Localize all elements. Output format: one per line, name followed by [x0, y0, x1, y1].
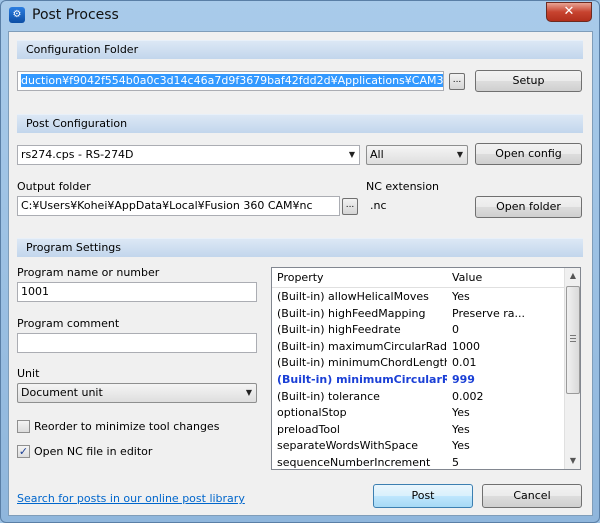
- post-filter-selected: All: [370, 148, 384, 161]
- reorder-checkbox[interactable]: [17, 420, 30, 433]
- property-value[interactable]: 0: [452, 323, 562, 336]
- value-column-header[interactable]: Value: [452, 271, 482, 284]
- search-posts-link[interactable]: Search for posts in our online post libr…: [17, 492, 245, 505]
- post-process-app-icon: ⚙: [9, 7, 25, 23]
- output-folder-input[interactable]: C:¥Users¥Kohei¥AppData¥Local¥Fusion 360 …: [17, 196, 340, 216]
- property-row[interactable]: separateWordsWithSpace Yes: [272, 438, 564, 455]
- property-name: separateWordsWithSpace: [277, 439, 419, 453]
- property-name: preloadTool: [277, 422, 340, 436]
- output-folder-browse-button[interactable]: ...: [342, 198, 358, 215]
- post-processor-selected: rs274.cps - RS-274D: [21, 148, 134, 161]
- property-value[interactable]: Preserve ra...: [452, 307, 562, 320]
- property-value[interactable]: 999: [452, 373, 562, 386]
- program-name-label: Program name or number: [17, 266, 160, 279]
- scroll-up-icon[interactable]: ▲: [565, 268, 580, 284]
- property-row[interactable]: (Built-in) allowHelicalMoves Yes: [272, 289, 564, 306]
- property-value[interactable]: 0.002: [452, 390, 562, 403]
- post-configuration-header: Post Configuration: [17, 114, 583, 133]
- property-row[interactable]: preloadTool Yes: [272, 422, 564, 439]
- property-value[interactable]: 1000: [452, 340, 562, 353]
- properties-scrollbar[interactable]: ▲ ▼: [564, 268, 580, 469]
- property-value[interactable]: 0.01: [452, 356, 562, 369]
- configuration-folder-browse-button[interactable]: ...: [449, 73, 465, 90]
- chevron-down-icon: ▼: [245, 388, 252, 397]
- program-comment-label: Program comment: [17, 317, 120, 330]
- title-bar[interactable]: ⚙ Post Process ✕: [1, 1, 599, 31]
- property-row[interactable]: sequenceNumberIncrement 5: [272, 455, 564, 469]
- scroll-thumb[interactable]: [566, 286, 580, 394]
- property-name: (Built-in) tolerance: [277, 389, 380, 403]
- post-filter-select[interactable]: All ▼: [366, 145, 468, 165]
- configuration-folder-header: Configuration Folder: [17, 40, 583, 59]
- properties-table-header: Property Value: [272, 268, 564, 288]
- nc-extension-value: .nc: [366, 196, 468, 216]
- property-value[interactable]: Yes: [452, 439, 562, 452]
- chevron-down-icon: ▼: [456, 150, 463, 159]
- open-config-button[interactable]: Open config: [475, 143, 582, 165]
- unit-select[interactable]: Document unit ▼: [17, 383, 257, 403]
- thumb-grip: [570, 335, 576, 336]
- property-name: optionalStop: [277, 406, 347, 420]
- configuration-folder-path-input[interactable]: duction¥f9042f554b0a0c3d14c46a7d9f3679ba…: [17, 71, 444, 91]
- property-row[interactable]: (Built-in) tolerance 0.002: [272, 389, 564, 406]
- property-name: (Built-in) highFeedrate: [277, 323, 401, 337]
- property-row[interactable]: (Built-in) highFeedMapping Preserve ra...: [272, 306, 564, 323]
- output-folder-text: C:¥Users¥Kohei¥AppData¥Local¥Fusion 360 …: [21, 199, 313, 212]
- post-process-window: ⚙ Post Process ✕ Configuration Folder du…: [0, 0, 600, 523]
- thumb-grip: [570, 338, 576, 339]
- property-value[interactable]: 5: [452, 456, 562, 469]
- property-value[interactable]: Yes: [452, 423, 562, 436]
- program-comment-input[interactable]: [17, 333, 257, 353]
- setup-button[interactable]: Setup: [475, 70, 582, 92]
- nc-extension-label: NC extension: [366, 180, 440, 193]
- reorder-label[interactable]: Reorder to minimize tool changes: [34, 420, 219, 433]
- property-name: (Built-in) maximumCircularRadius: [277, 339, 447, 353]
- unit-label: Unit: [17, 367, 40, 380]
- close-button[interactable]: ✕: [546, 2, 592, 22]
- property-name: (Built-in) minimumCircularRad...: [277, 373, 447, 386]
- window-title: Post Process: [32, 7, 119, 23]
- post-button[interactable]: Post: [373, 484, 473, 508]
- open-nc-checkbox[interactable]: ✓: [17, 445, 30, 458]
- program-name-input[interactable]: 1001: [17, 282, 257, 302]
- property-value[interactable]: Yes: [452, 406, 562, 419]
- property-column-header[interactable]: Property: [277, 271, 324, 284]
- post-processor-select[interactable]: rs274.cps - RS-274D ▼: [17, 145, 360, 165]
- property-value[interactable]: Yes: [452, 290, 562, 303]
- property-row[interactable]: (Built-in) minimumCircularRad... 999: [272, 372, 564, 389]
- property-name: sequenceNumberIncrement: [277, 456, 431, 469]
- property-name: (Built-in) allowHelicalMoves: [277, 290, 429, 303]
- unit-selected: Document unit: [21, 386, 103, 399]
- program-settings-header: Program Settings: [17, 238, 583, 257]
- property-name: (Built-in) minimumChordLength: [277, 356, 447, 370]
- property-row[interactable]: (Built-in) highFeedrate 0: [272, 322, 564, 339]
- properties-table[interactable]: Property Value (Built-in) allowHelicalMo…: [271, 267, 581, 470]
- property-row[interactable]: (Built-in) minimumChordLength 0.01: [272, 355, 564, 372]
- open-nc-label[interactable]: Open NC file in editor: [34, 445, 152, 458]
- open-folder-button[interactable]: Open folder: [475, 196, 582, 218]
- property-row[interactable]: (Built-in) maximumCircularRadius 1000: [272, 339, 564, 356]
- dialog-client-area: Configuration Folder duction¥f9042f554b0…: [8, 31, 593, 516]
- configuration-folder-path-text: duction¥f9042f554b0a0c3d14c46a7d9f3679ba…: [21, 74, 443, 87]
- chevron-down-icon: ▼: [348, 150, 355, 159]
- property-row[interactable]: optionalStop Yes: [272, 405, 564, 422]
- property-name: (Built-in) highFeedMapping: [277, 306, 426, 320]
- scroll-down-icon[interactable]: ▼: [565, 453, 580, 469]
- output-folder-label: Output folder: [17, 180, 91, 193]
- cancel-button[interactable]: Cancel: [482, 484, 582, 508]
- thumb-grip: [570, 341, 576, 342]
